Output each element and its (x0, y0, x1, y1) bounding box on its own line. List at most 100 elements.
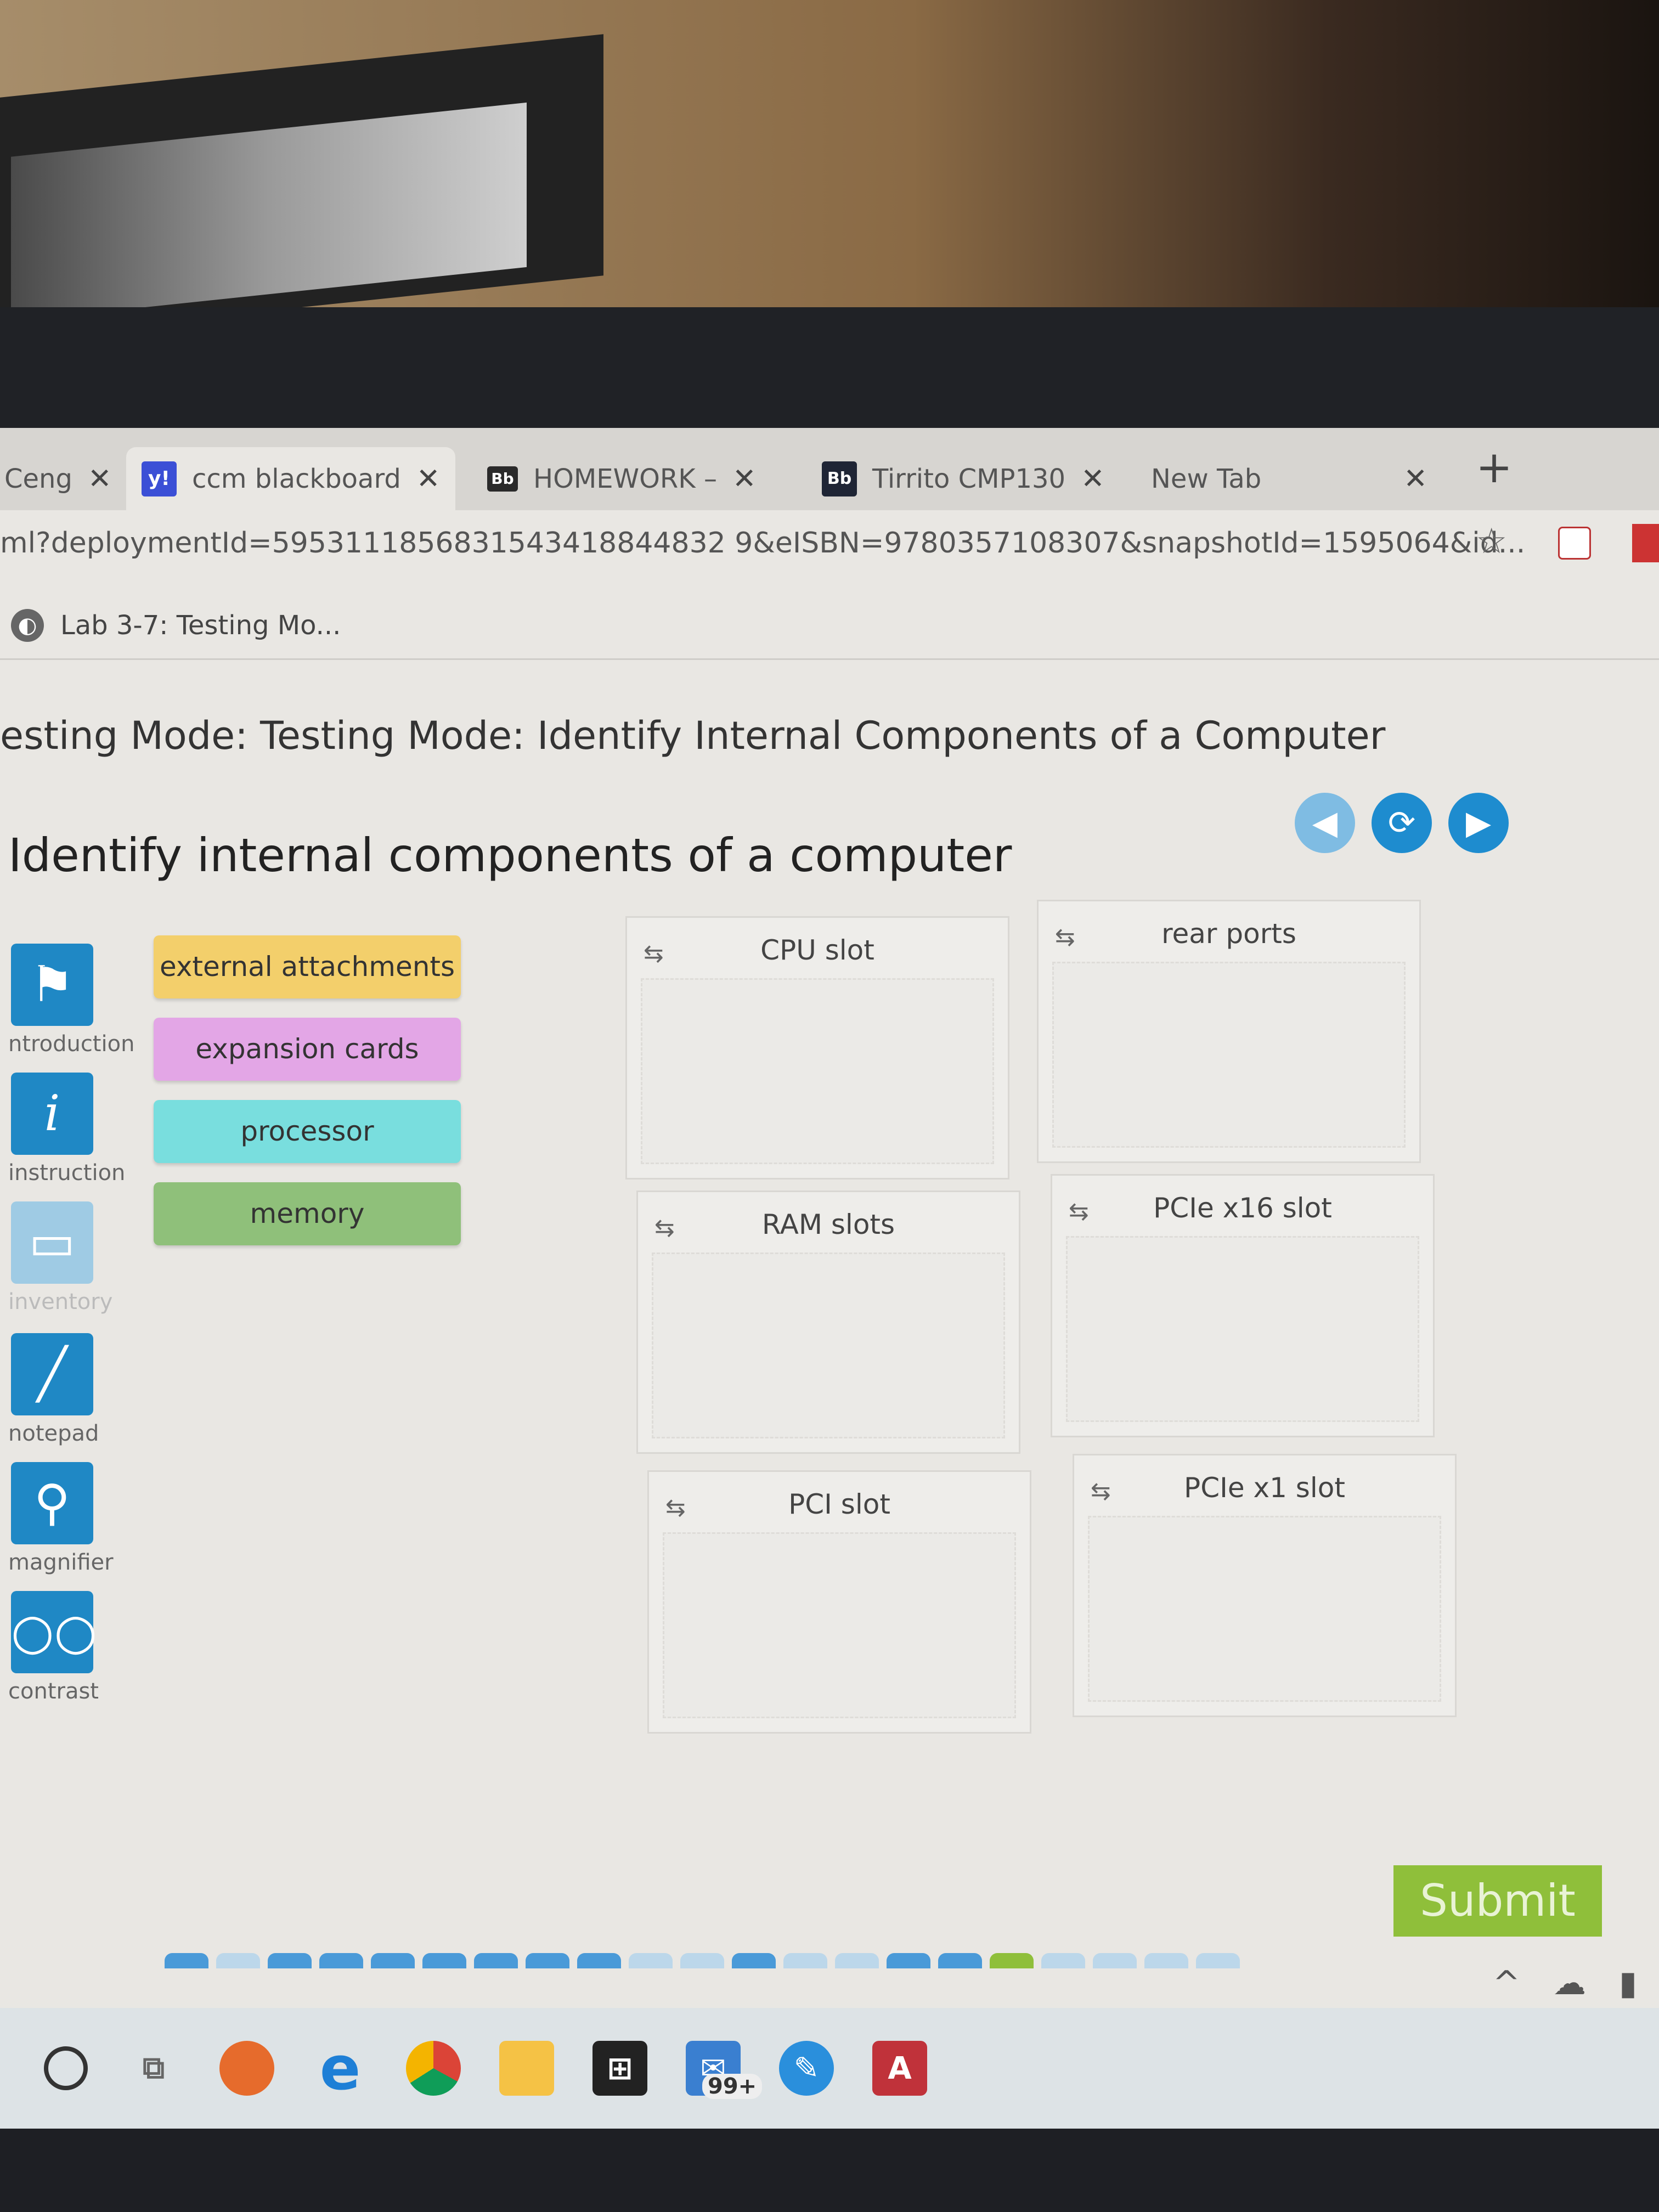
drop-area[interactable] (1052, 962, 1406, 1148)
zone-label: PCI slot (788, 1488, 890, 1520)
progress-step[interactable] (680, 1953, 724, 1968)
screen: Ceng ✕ y! ccm blackboard ✕ Bb HOMEWORK –… (0, 428, 1659, 2008)
tab-tirrito[interactable]: Bb Tirrito CMP130 ✕ (806, 447, 1120, 510)
sidebar-label: inventory (8, 1289, 113, 1314)
activity-heading: Identify internal components of a comput… (8, 828, 1012, 882)
submit-button[interactable]: Submit (1393, 1865, 1602, 1937)
url-text[interactable]: ml?deploymentId=595311185683154341884483… (0, 527, 1525, 560)
cloud-icon[interactable]: ☁ (1553, 1964, 1586, 2002)
tab-new-tab[interactable]: New Tab ✕ (1136, 447, 1443, 510)
taskbar: ⧉ e ⊞ ✉ 99+ ✎ A (0, 2008, 1659, 2129)
extension-pocket-icon[interactable] (1558, 527, 1591, 560)
close-icon[interactable]: ✕ (88, 462, 112, 495)
sidebar-item-notepad[interactable]: ╱ notepad (8, 1333, 99, 1446)
divider (0, 658, 1659, 660)
progress-step[interactable] (526, 1953, 569, 1968)
progress-step[interactable] (577, 1953, 621, 1968)
store-icon[interactable]: ⊞ (592, 2041, 647, 2096)
drop-area[interactable] (652, 1252, 1005, 1438)
tab-ceng[interactable]: Ceng ✕ (0, 447, 127, 510)
flag-icon: ⚑ (11, 944, 93, 1026)
access-icon[interactable]: A (872, 2041, 927, 2096)
drop-zone-pci-slot[interactable]: ⇆ PCI slot (647, 1470, 1031, 1734)
blackboard-icon: Bb (487, 466, 518, 492)
drop-zone-cpu-slot[interactable]: ⇆ CPU slot (625, 916, 1009, 1180)
new-tab-button[interactable]: + (1476, 442, 1513, 493)
back-button[interactable]: ◀ (1295, 793, 1355, 853)
progress-step[interactable] (216, 1953, 260, 1968)
tab-homework[interactable]: Bb HOMEWORK – ✕ (472, 447, 772, 510)
chrome-icon[interactable] (406, 2041, 461, 2096)
progress-step[interactable] (783, 1953, 827, 1968)
star-icon[interactable]: ☆ (1476, 521, 1507, 562)
monitor-bezel (0, 307, 1659, 433)
zone-label: CPU slot (760, 934, 874, 966)
progress-step[interactable] (319, 1953, 363, 1968)
battery-icon[interactable]: ▮ (1619, 1964, 1637, 2002)
drop-area[interactable] (641, 978, 994, 1164)
progress-step[interactable] (835, 1953, 879, 1968)
bookmark-lab[interactable]: ◐ Lab 3-7: Testing Mo... (11, 609, 341, 642)
tab-label: HOMEWORK – (533, 463, 717, 494)
sidebar-item-contrast[interactable]: ○○ contrast (8, 1591, 99, 1704)
tools-icon[interactable]: ✎ (779, 2041, 834, 2096)
file-explorer-icon[interactable] (499, 2041, 554, 2096)
sidebar-item-instruction[interactable]: i instruction (8, 1073, 126, 1186)
mail-badge: 99+ (702, 2074, 763, 2099)
progress-step[interactable] (371, 1953, 415, 1968)
drop-zone-pcie-x1-slot[interactable]: ⇆ PCIe x1 slot (1073, 1454, 1457, 1717)
drop-zone-rear-ports[interactable]: ⇆ rear ports (1037, 900, 1421, 1163)
progress-step[interactable] (422, 1953, 466, 1968)
drop-zone-pcie-x16-slot[interactable]: ⇆ PCIe x16 slot (1051, 1174, 1435, 1437)
progress-step[interactable] (474, 1953, 518, 1968)
progress-step[interactable] (165, 1953, 208, 1968)
extension-icon[interactable] (1632, 524, 1659, 562)
progress-step[interactable] (732, 1953, 776, 1968)
progress-step[interactable] (990, 1953, 1034, 1968)
close-icon[interactable]: ✕ (1081, 462, 1105, 495)
sidebar-item-inventory: ▭ inventory (8, 1201, 113, 1314)
progress-step[interactable] (1144, 1953, 1188, 1968)
tile-expansion-cards[interactable]: expansion cards (154, 1018, 461, 1081)
tile-memory[interactable]: memory (154, 1182, 461, 1245)
tile-processor[interactable]: processor (154, 1100, 461, 1163)
sidebar-label: instruction (8, 1160, 126, 1186)
tab-label: New Tab (1151, 463, 1262, 494)
sidebar-label: magnifier (8, 1550, 114, 1575)
drop-area[interactable] (663, 1532, 1016, 1718)
progress-step[interactable] (629, 1953, 673, 1968)
firefox-icon[interactable] (219, 2041, 274, 2096)
drop-area[interactable] (1066, 1236, 1419, 1422)
sidebar-label: contrast (8, 1679, 99, 1704)
close-icon[interactable]: ✕ (1403, 462, 1427, 495)
zone-label: rear ports (1161, 918, 1296, 950)
progress-step[interactable] (1041, 1953, 1085, 1968)
next-button[interactable]: ▶ (1448, 793, 1509, 853)
system-tray: ^ ☁ ▮ (1493, 1964, 1637, 2002)
progress-step[interactable] (938, 1953, 982, 1968)
sidebar-item-introduction[interactable]: ⚑ ntroduction (8, 944, 134, 1057)
chevron-up-icon[interactable]: ^ (1493, 1964, 1520, 2002)
drop-area[interactable] (1088, 1516, 1441, 1702)
glasses-icon: ○○ (11, 1591, 97, 1673)
cortana-icon[interactable] (44, 2046, 88, 2090)
yahoo-icon: y! (142, 461, 177, 496)
close-icon[interactable]: ✕ (732, 462, 757, 495)
drop-zone-ram-slots[interactable]: ⇆ RAM slots (636, 1190, 1020, 1454)
edge-icon[interactable]: e (313, 2033, 368, 2103)
address-bar[interactable]: ml?deploymentId=595311185683154341884483… (0, 510, 1659, 576)
progress-step[interactable] (1093, 1953, 1137, 1968)
progress-step[interactable] (1196, 1953, 1240, 1968)
globe-icon: ◐ (11, 609, 44, 642)
reset-button[interactable]: ⟳ (1372, 793, 1432, 853)
monitor-icon: ▭ (11, 1201, 93, 1284)
tab-label: Ceng (4, 463, 72, 494)
task-view-icon[interactable]: ⧉ (126, 2041, 181, 2096)
progress-step[interactable] (887, 1953, 930, 1968)
tab-ccm-blackboard[interactable]: y! ccm blackboard ✕ (126, 447, 456, 510)
progress-step[interactable] (268, 1953, 312, 1968)
sidebar-item-magnifier[interactable]: ⚲ magnifier (8, 1462, 114, 1575)
close-icon[interactable]: ✕ (416, 462, 441, 495)
tile-external-attachments[interactable]: external attachments (154, 935, 461, 998)
mail-icon[interactable]: ✉ 99+ (686, 2041, 763, 2099)
